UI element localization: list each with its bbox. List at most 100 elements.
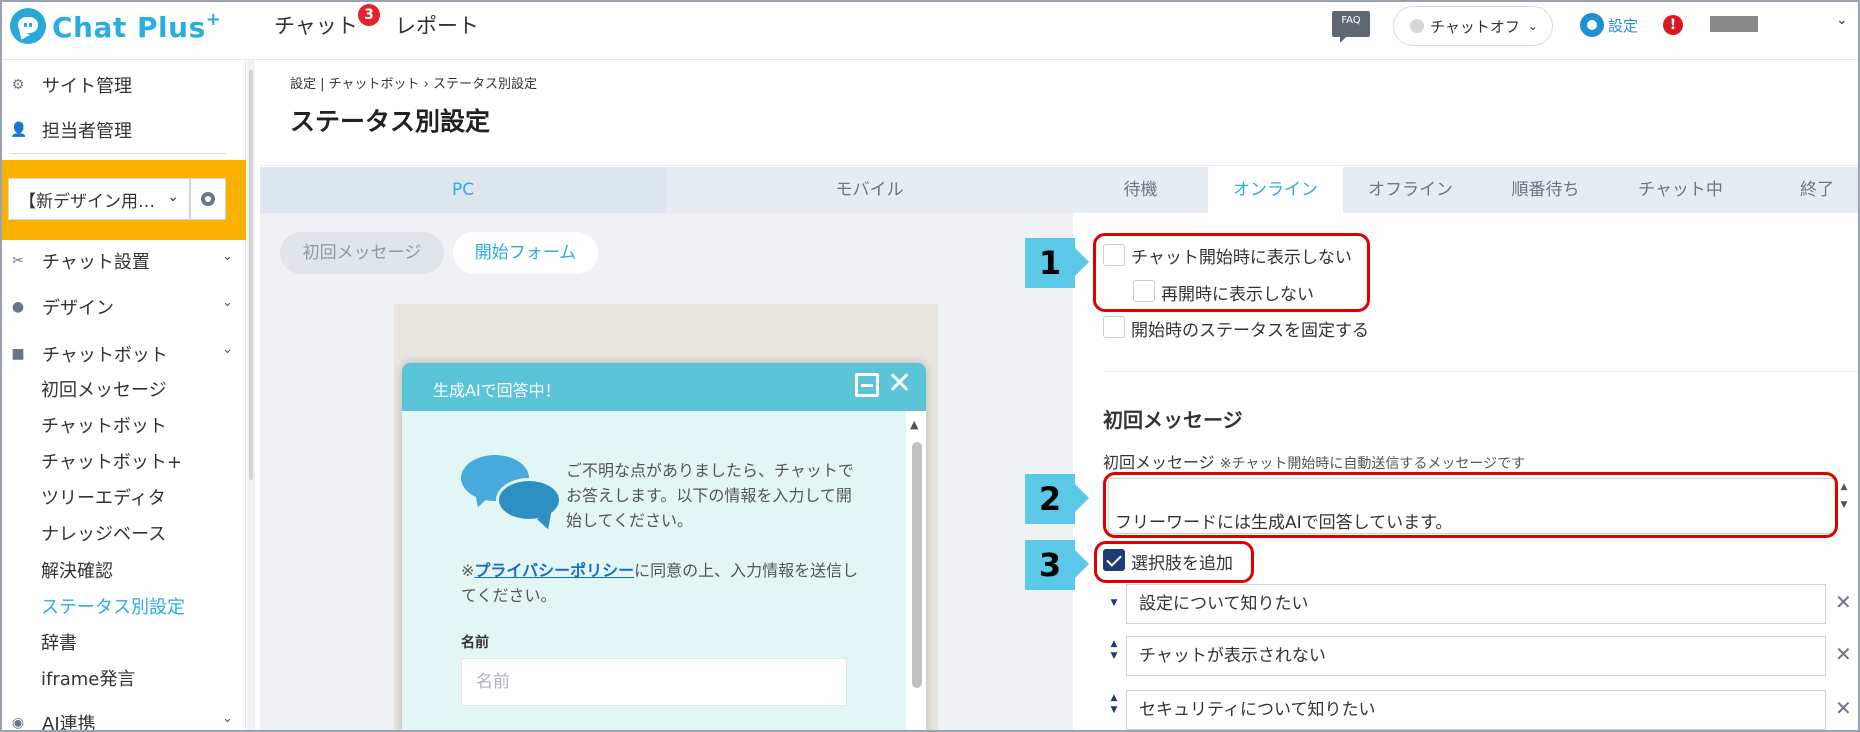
sidebar-item-label: サイト管理 xyxy=(42,76,132,97)
sidebar-subitem[interactable]: 初回メッセージ xyxy=(41,376,167,402)
settings-link[interactable]: 設定 xyxy=(1580,13,1638,37)
logo-text: Chat Plus xyxy=(52,10,206,44)
gear-icon xyxy=(1580,13,1604,37)
annotation-marker-3: 3 xyxy=(1025,540,1089,590)
sidebar-item-site-admin[interactable]: ⚙ サイト管理 xyxy=(10,72,132,98)
annotation-box-1 xyxy=(1093,233,1370,312)
chevron-down-icon[interactable]: ⌄ xyxy=(222,711,233,726)
delete-choice-icon[interactable]: ✕ xyxy=(1835,696,1852,720)
choice-input-1[interactable]: 設定について知りたい xyxy=(1126,584,1826,624)
sidebar-item-ai[interactable]: ◉ AI連携 xyxy=(10,710,96,732)
tab-online[interactable]: オンライン xyxy=(1208,167,1343,213)
chevron-down-icon[interactable]: ⌄ xyxy=(222,249,233,264)
faq-button[interactable]: FAQ xyxy=(1332,11,1370,43)
annotation-box-2 xyxy=(1103,472,1838,538)
nav-chat[interactable]: チャット xyxy=(274,10,358,40)
chevron-down-icon[interactable]: ⌄ xyxy=(222,295,233,310)
delete-choice-icon[interactable]: ✕ xyxy=(1835,642,1852,666)
chat-logo-icon xyxy=(10,8,46,44)
sidebar-item-design[interactable]: ● デザイン xyxy=(10,294,114,320)
widget-scroll-thumb[interactable] xyxy=(912,442,922,688)
scroll-up-icon[interactable]: ▲ xyxy=(910,418,918,431)
user-gear-icon: 👤 xyxy=(10,122,28,138)
sidebar-subitem[interactable]: ツリーエディタ xyxy=(41,484,166,510)
reorder-arrows-icon[interactable]: ▲ ▼ xyxy=(1109,638,1119,662)
chat-bubble-secondary-icon xyxy=(496,478,562,522)
sidebar-item-chat-settings[interactable]: ✂ チャット設置 xyxy=(10,248,150,274)
sidebar-subitem[interactable]: ナレッジベース xyxy=(41,520,166,546)
sidebar-item-label: 担当者管理 xyxy=(42,121,132,142)
close-icon[interactable]: ✕ xyxy=(887,366,912,401)
settings-label: 設定 xyxy=(1608,16,1639,35)
choice-input-3[interactable]: セキュリティについて知りたい xyxy=(1126,690,1826,730)
reorder-arrows-icon[interactable]: ▲ ▼ xyxy=(1109,692,1119,716)
privacy-policy-link[interactable]: プライバシーポリシー xyxy=(474,561,634,580)
sidebar-subitem[interactable]: チャットボット+ xyxy=(41,448,182,474)
sidebar-scroll-thumb[interactable] xyxy=(249,70,253,480)
fix-status-label[interactable]: 開始時のステータスを固定する xyxy=(1131,316,1369,341)
tab-mobile[interactable]: モバイル xyxy=(666,167,1073,213)
gear-icon: ⚙ xyxy=(11,77,25,93)
section-title: 初回メッセージ xyxy=(1103,408,1243,432)
page-title: ステータス別設定 xyxy=(290,107,491,136)
privacy-notice: ※プライバシーポリシーに同意の上、入力情報を送信してください。 xyxy=(461,558,861,608)
sidebar-item-chatbot[interactable]: ■ チャットボット xyxy=(10,341,167,367)
pill-first-message[interactable]: 初回メッセージ xyxy=(280,232,444,274)
minimize-icon[interactable] xyxy=(855,373,879,397)
delete-choice-icon[interactable]: ✕ xyxy=(1835,590,1852,614)
privacy-prefix: ※ xyxy=(461,561,475,580)
chat-bubbles-icon: ■ xyxy=(11,346,25,362)
pill-start-form[interactable]: 開始フォーム xyxy=(453,232,598,274)
textarea-scroll-arrows[interactable]: ▲ ▼ xyxy=(1836,478,1852,534)
sidebar-subitem[interactable]: iframe発言 xyxy=(41,665,135,691)
annotation-marker-2: 2 xyxy=(1025,474,1089,524)
status-dot-icon xyxy=(1410,19,1424,33)
sidebar-subitem-active[interactable]: ステータス別設定 xyxy=(41,593,185,619)
sidebar-subitem[interactable]: 辞書 xyxy=(41,629,77,655)
annotation-marker-1: 1 xyxy=(1025,238,1089,288)
name-field-label: 名前 xyxy=(461,635,489,651)
top-bar: Chat Plus+ チャット 3 レポート FAQ チャットオフ ⌄ 設定 !… xyxy=(2,2,1858,60)
tab-chatting[interactable]: チャット中 xyxy=(1613,167,1748,213)
tab-ended[interactable]: 終了 xyxy=(1748,167,1858,213)
sidebar-divider xyxy=(10,153,226,154)
chevron-down-icon[interactable]: ⌄ xyxy=(1836,12,1848,28)
palette-icon: ● xyxy=(11,299,25,315)
divider xyxy=(1104,371,1858,372)
logo[interactable]: Chat Plus+ xyxy=(10,6,221,46)
site-settings-button[interactable] xyxy=(190,178,226,220)
chevron-down-icon[interactable]: ⌄ xyxy=(222,342,233,357)
tab-pc[interactable]: PC xyxy=(260,167,666,213)
sidebar-subitem[interactable]: 解決確認 xyxy=(41,557,113,583)
sidebar-subitem[interactable]: チャットボット xyxy=(41,412,167,438)
fix-status-checkbox[interactable] xyxy=(1103,316,1125,338)
account-name-redacted[interactable] xyxy=(1710,16,1758,32)
site-select[interactable]: 【新デザイン用… ⌄ xyxy=(8,178,190,220)
breadcrumb[interactable]: 設定 | チャットボット › ステータス別設定 xyxy=(290,73,537,92)
sidebar-item-staff-admin[interactable]: 👤 担当者管理 xyxy=(10,117,132,143)
alert-icon[interactable]: ! xyxy=(1663,15,1683,35)
chat-count-badge: 3 xyxy=(358,4,380,26)
tab-queue[interactable]: 順番待ち xyxy=(1478,167,1613,213)
nav-report[interactable]: レポート xyxy=(395,10,479,40)
logo-plus: + xyxy=(205,8,222,30)
sidebar-item-label: デザイン xyxy=(42,298,114,319)
field-label-note: ※チャット開始時に自動送信するメッセージです xyxy=(1219,456,1526,472)
chat-status-dropdown[interactable]: チャットオフ ⌄ xyxy=(1393,6,1553,46)
status-label: チャットオフ xyxy=(1430,17,1520,36)
ai-icon: ◉ xyxy=(11,715,25,731)
site-select-value: 【新デザイン用… xyxy=(19,191,155,212)
choice-input-2[interactable]: チャットが表示されない xyxy=(1126,636,1826,676)
move-down-icon[interactable]: ▼ xyxy=(1109,597,1119,609)
tab-offline[interactable]: オフライン xyxy=(1343,167,1478,213)
chevron-down-icon: ⌄ xyxy=(167,189,179,205)
sidebar-item-label: AI連携 xyxy=(42,714,96,732)
name-input[interactable]: 名前 xyxy=(461,658,847,706)
sidebar-item-label: チャット設置 xyxy=(42,252,150,273)
gear-icon xyxy=(201,192,215,206)
chat-widget-title: 生成AIで回答中！ xyxy=(433,381,561,400)
app-frame: Chat Plus+ チャット 3 レポート FAQ チャットオフ ⌄ 設定 !… xyxy=(0,0,1860,732)
tools-icon: ✂ xyxy=(12,253,24,269)
tab-waiting[interactable]: 待機 xyxy=(1073,167,1208,213)
chevron-down-icon: ⌄ xyxy=(1527,19,1538,33)
